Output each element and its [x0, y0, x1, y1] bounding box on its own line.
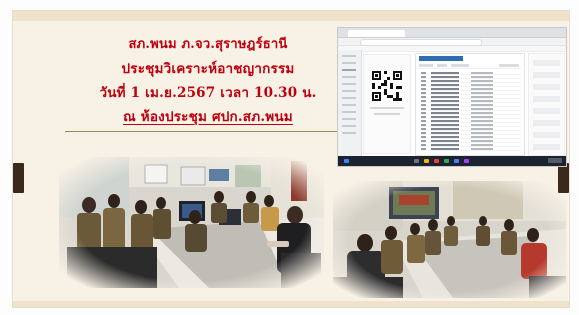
list-rows [416, 71, 524, 151]
qr-caption-line [374, 113, 400, 115]
taskbar-clock [548, 158, 562, 163]
app-body [338, 50, 566, 156]
list-row [419, 147, 521, 151]
list-toolbar [419, 64, 521, 69]
meeting-room-photo-right-icon [333, 181, 566, 298]
qr-caption-line [370, 107, 404, 109]
meeting-photo-right [333, 181, 566, 298]
embedded-screenshot [337, 27, 567, 167]
slide-top-border [13, 11, 569, 21]
qr-panel [363, 54, 411, 154]
image-frame: สภ.พนม ภ.จว.สุราษฎร์ธานี ประชุมวิเคราะห์… [0, 0, 579, 315]
os-taskbar [338, 156, 566, 166]
address-bar [360, 39, 482, 46]
slide-bottom-border [13, 301, 569, 307]
title-line-meeting: ประชุมวิเคราะห์อาชญากรรม [121, 61, 295, 77]
browser-tab-strip [338, 28, 566, 38]
record-list-panel [415, 53, 525, 156]
right-panel [528, 53, 565, 156]
presentation-slide: สภ.พนม ภ.จว.สุราษฎร์ธานี ประชุมวิเคราะห์… [12, 10, 570, 308]
left-side-tab [13, 163, 24, 193]
list-panel-header [419, 56, 463, 61]
title-line-date: วันที่ 1 เม.ย.2567 เวลา 10.30 น. [99, 85, 317, 101]
app-sidebar [338, 50, 362, 156]
title-line-venue: ณ ห้องประชุม ศปก.สภ.พนม [123, 109, 293, 125]
title-divider [65, 131, 345, 132]
slide-title-block: สภ.พนม ภ.จว.สุราษฎร์ธานี ประชุมวิเคราะห์… [63, 33, 353, 129]
browser-address-row [338, 38, 566, 46]
qr-code-icon [372, 71, 402, 101]
meeting-room-photo-left-icon [59, 157, 324, 288]
browser-tab [348, 30, 405, 37]
title-line-station: สภ.พนม ภ.จว.สุราษฎร์ธานี [128, 37, 288, 52]
meeting-photo-left [59, 157, 324, 288]
